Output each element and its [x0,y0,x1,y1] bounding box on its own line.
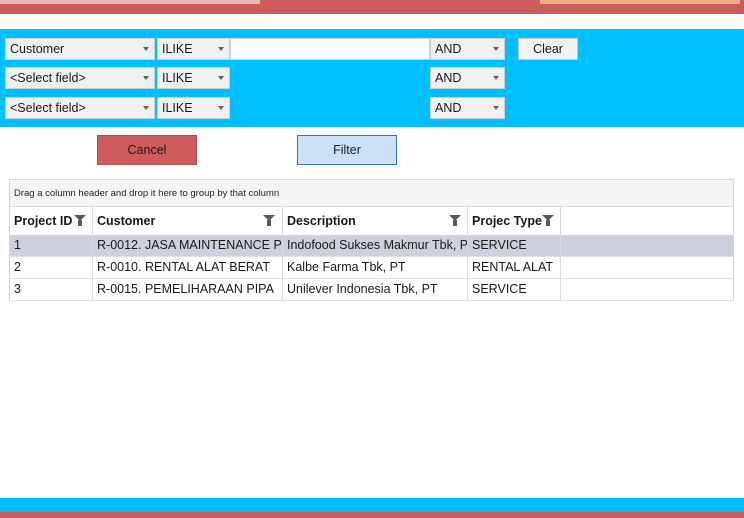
logic-select-1[interactable]: AND [430,38,505,60]
group-by-panel[interactable]: Drag a column header and drop it here to… [10,180,733,207]
cell-description: Indofood Sukses Makmur Tbk, PT [283,235,468,256]
top-strip-overlay-right [540,0,740,4]
chevron-down-icon [218,76,224,80]
operator-select-1-value: ILIKE [162,42,193,56]
column-header-project-id[interactable]: Project ID [10,207,93,235]
cell-customer: R-0012. JASA MAINTENANCE PIPA [93,235,283,256]
field-select-1[interactable]: Customer [5,38,155,60]
logic-select-3[interactable]: AND [430,97,505,119]
top-strip-overlay [0,0,260,4]
operator-select-2-value: ILIKE [162,71,193,85]
clear-button[interactable]: Clear [518,38,578,60]
chevron-down-icon [493,47,499,51]
chevron-down-icon [493,106,499,110]
chevron-down-icon [218,106,224,110]
operator-select-2[interactable]: ILIKE [157,67,230,89]
chevron-down-icon [493,76,499,80]
cell-project-id: 2 [10,257,93,278]
chevron-down-icon [143,76,149,80]
logic-select-2-value: AND [435,71,462,85]
grid-header: Project ID Customer Description Projec T… [10,207,733,236]
field-select-3-value: <Select field> [10,101,86,115]
cell-customer: R-0010. RENTAL ALAT BERAT [93,257,283,278]
field-select-2[interactable]: <Select field> [5,67,155,89]
filter-panel: Customer ILIKE AND Clear <Select field> … [0,29,744,127]
chevron-down-icon [143,106,149,110]
field-select-1-value: Customer [10,42,65,56]
logic-select-1-value: AND [435,42,462,56]
operator-select-1[interactable]: ILIKE [157,38,230,60]
filter-button[interactable]: Filter [297,135,397,165]
table-row[interactable]: 3 R-0015. PEMELIHARAAN PIPA Unilever Ind… [10,279,733,301]
cell-project-type: RENTAL ALAT [468,257,561,278]
table-row[interactable]: 1 R-0012. JASA MAINTENANCE PIPA Indofood… [10,235,733,257]
column-header-project-type[interactable]: Projec Type [468,207,561,235]
top-window-strip [0,0,744,14]
cell-project-id: 3 [10,279,93,300]
table-row[interactable]: 2 R-0010. RENTAL ALAT BERAT Kalbe Farma … [10,257,733,279]
cell-project-type: SERVICE [468,279,561,300]
column-header-label: Customer [97,214,156,228]
column-header-customer[interactable]: Customer [93,207,283,235]
column-header-label: Description [287,214,356,228]
logic-select-2[interactable]: AND [430,67,505,89]
operator-select-3-value: ILIKE [162,101,193,115]
chevron-down-icon [143,47,149,51]
filter-value-input-1[interactable] [230,38,430,60]
field-select-3[interactable]: <Select field> [5,97,155,119]
cell-description: Kalbe Farma Tbk, PT [283,257,468,278]
cell-customer: R-0015. PEMELIHARAAN PIPA [93,279,283,300]
operator-select-3[interactable]: ILIKE [157,97,230,119]
chevron-down-icon [218,47,224,51]
column-header-description[interactable]: Description [283,207,468,235]
bottom-window-strip [0,512,744,518]
cancel-button[interactable]: Cancel [97,135,197,165]
column-header-label: Project ID [14,214,73,228]
column-header-label: Projec Type [472,214,542,228]
cell-project-type: SERVICE [468,235,561,256]
field-select-2-value: <Select field> [10,71,86,85]
bottom-status-strip [0,498,744,512]
logic-select-3-value: AND [435,101,462,115]
projects-grid: Drag a column header and drop it here to… [9,179,734,301]
cell-description: Unilever Indonesia Tbk, PT [283,279,468,300]
cell-project-id: 1 [10,235,93,256]
